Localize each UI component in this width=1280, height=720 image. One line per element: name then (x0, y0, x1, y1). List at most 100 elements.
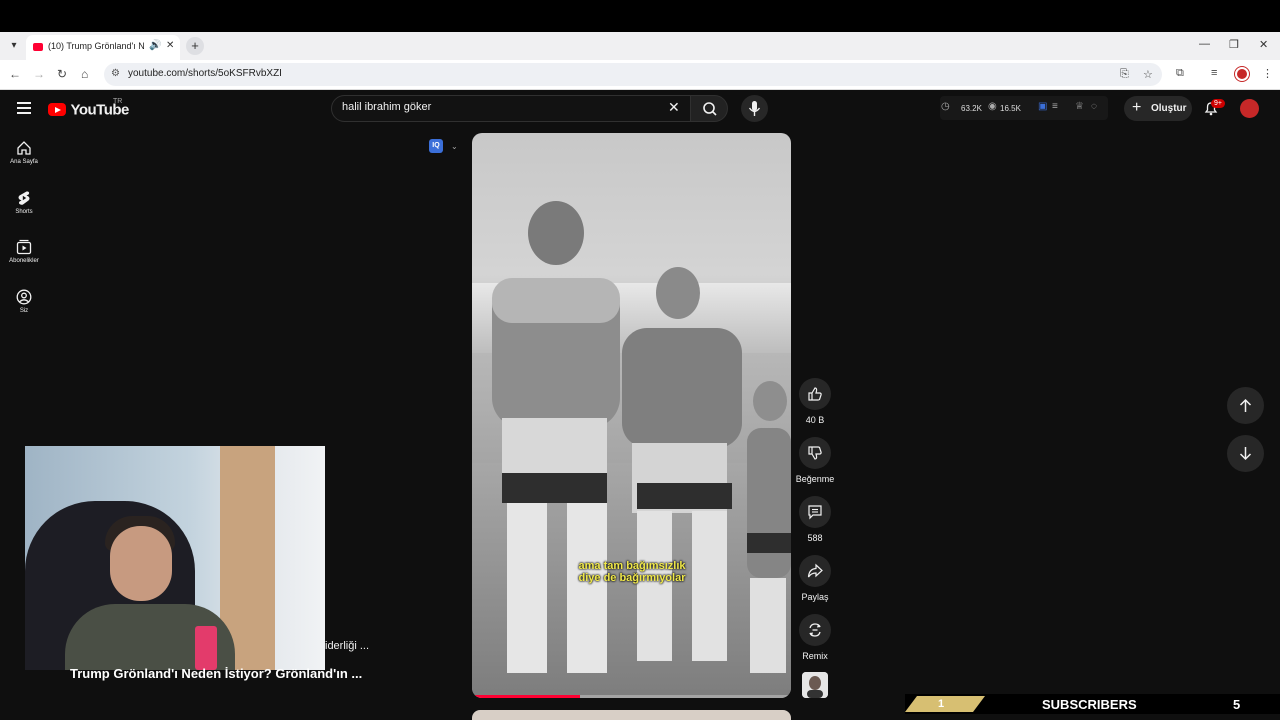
forward-icon[interactable]: → (33, 67, 45, 81)
voice-search-button[interactable] (741, 95, 768, 122)
back-icon[interactable]: ← (9, 67, 21, 81)
overlay-video-title: Trump Grönland'ı Neden İstiyor? Grönland… (70, 666, 363, 681)
chevron-down-icon[interactable]: ⌄ (451, 142, 458, 151)
chat-icon[interactable]: ◌ (1091, 101, 1097, 112)
share-action[interactable]: Paylaş (797, 555, 833, 602)
sidebar-label-subscriptions: Abonelikler (9, 258, 39, 264)
search-box (331, 95, 691, 122)
trophy-icon[interactable]: ♕ (1075, 101, 1084, 112)
tab-search-icon[interactable]: ▾ (6, 38, 22, 54)
tab-title: (10) Trump Grönland'ı Neden İstiyor? (48, 41, 144, 51)
install-app-icon[interactable]: ⎘ (1120, 68, 1129, 81)
previous-short-button[interactable] (1227, 387, 1264, 424)
dislike-label: Beğenme (795, 474, 835, 484)
video-progress-bar[interactable] (472, 695, 791, 698)
youtube-favicon-icon (33, 43, 43, 51)
comment-icon (808, 505, 822, 520)
browser-menu-icon[interactable]: ⋮ (1262, 67, 1273, 80)
clear-search-icon[interactable]: ✕ (668, 99, 680, 116)
country-code: TR (113, 98, 123, 105)
home-button-icon[interactable]: ⌂ (81, 67, 88, 81)
list-icon[interactable]: ≡ (1052, 101, 1058, 112)
pink-cup (195, 626, 217, 670)
iq-extension-chip[interactable]: IQ (429, 139, 443, 153)
remix-action[interactable]: Remix (797, 614, 833, 661)
tab-close-icon[interactable]: ✕ (166, 40, 174, 51)
share-label: Paylaş (801, 592, 829, 602)
minimize-icon[interactable]: — (1199, 38, 1210, 50)
comment-count: 588 (807, 533, 823, 543)
sidebar-item-home[interactable]: Ana Sayfa (0, 140, 48, 165)
remix-button[interactable] (799, 614, 831, 646)
subscriptions-icon (16, 239, 32, 255)
dislike-action[interactable]: Beğenme (796, 437, 834, 484)
reload-icon[interactable]: ↻ (57, 67, 67, 81)
sidebar-item-shorts[interactable]: Shorts (0, 190, 48, 215)
subscribers-label: SUBSCRIBERS (1042, 697, 1137, 712)
account-avatar[interactable] (1240, 99, 1259, 118)
create-label: Oluştur (1151, 103, 1187, 114)
plus-icon: + (1132, 99, 1142, 116)
url-text: youtube.com/shorts/5oKSFRvbXZI (128, 68, 282, 79)
subscribers-left-badge (905, 696, 985, 712)
bookmark-star-icon[interactable]: ☆ (1143, 68, 1153, 81)
extensions-icon[interactable]: ⧉ (1176, 67, 1184, 80)
mic-icon (748, 101, 761, 116)
home-icon (17, 141, 31, 155)
iq-extension-icon[interactable]: ▣ (1038, 101, 1047, 112)
browser-toolbar: ← → ↻ ⌂ ⚙ youtube.com/shorts/5oKSFRvbXZI… (0, 60, 1280, 90)
sidebar-item-you[interactable]: Siz (0, 289, 48, 314)
subscribers-right-number: 5 (1233, 697, 1241, 712)
you-icon (16, 289, 32, 305)
streamer-webcam-overlay (25, 446, 325, 670)
maximize-icon[interactable]: ❐ (1229, 38, 1239, 51)
sidebar-label-home: Ana Sayfa (10, 159, 38, 165)
browser-profile-avatar[interactable] (1235, 67, 1249, 81)
short-video-player[interactable]: ama tam bağımsızlık diye de bağırmıyolar (472, 133, 791, 698)
search-input[interactable] (342, 101, 662, 113)
site-info-icon[interactable]: ⚙ (111, 68, 120, 79)
tab-audio-icon[interactable]: 🔊 (149, 40, 161, 51)
browser-tab-active[interactable]: (10) Trump Grönland'ı Neden İstiyor? 🔊 ✕ (26, 35, 180, 60)
notification-count-badge: 9+ (1211, 99, 1225, 108)
sidebar-item-subscriptions[interactable]: Abonelikler (0, 239, 48, 264)
shorts-icon (18, 191, 30, 205)
window-close-icon[interactable]: ✕ (1259, 38, 1268, 51)
stat-views: 63.2K (961, 104, 982, 113)
stat-watched: 16.5K (1000, 104, 1021, 113)
youtube-play-icon (48, 103, 66, 117)
search-button[interactable] (690, 95, 728, 122)
remix-label: Remix (802, 651, 828, 661)
comments-action[interactable]: 588 (797, 496, 833, 543)
subscribers-left-number: 1 (938, 698, 945, 710)
share-button[interactable] (799, 555, 831, 587)
video-progress-fill (472, 695, 581, 698)
clock-icon: ◷ (941, 101, 950, 112)
like-count: 40 B (805, 415, 825, 425)
caption-line-1: ama tam bağımsızlık (578, 560, 686, 572)
channel-avatar[interactable] (802, 672, 828, 698)
caption-line-2: diye de bağırmıyolar (578, 572, 686, 584)
share-icon (807, 563, 823, 578)
like-button[interactable] (799, 378, 831, 410)
next-short-button[interactable] (1227, 435, 1264, 472)
media-control-icon[interactable]: ≡ (1211, 67, 1217, 79)
overlay-text-top: iderliği ... (325, 640, 370, 652)
search-icon (703, 102, 717, 116)
video-caption: ama tam bağımsızlık diye de bağırmıyolar (532, 560, 732, 584)
thumbs-up-icon (808, 387, 822, 401)
streamer-head (110, 526, 172, 601)
like-action[interactable]: 40 B (797, 378, 833, 425)
channel-avatar-image (802, 672, 828, 698)
comments-button[interactable] (799, 496, 831, 528)
remix-icon (809, 623, 821, 637)
menu-hamburger-icon[interactable] (17, 102, 31, 114)
dislike-button[interactable] (799, 437, 831, 469)
next-short-preview[interactable] (472, 710, 791, 720)
address-bar[interactable]: ⚙ youtube.com/shorts/5oKSFRvbXZI ⎘ ☆ (104, 63, 1162, 86)
extension-stats-panel: ◷ 63.2K ◉ 16.5K ▣ ≡ ♕ ◌ (940, 96, 1108, 120)
youtube-logo[interactable]: YouTube TR (48, 98, 129, 119)
create-button[interactable]: + Oluştur (1124, 96, 1192, 121)
new-tab-button[interactable]: + (186, 37, 204, 55)
eye-icon: ◉ (988, 101, 997, 112)
